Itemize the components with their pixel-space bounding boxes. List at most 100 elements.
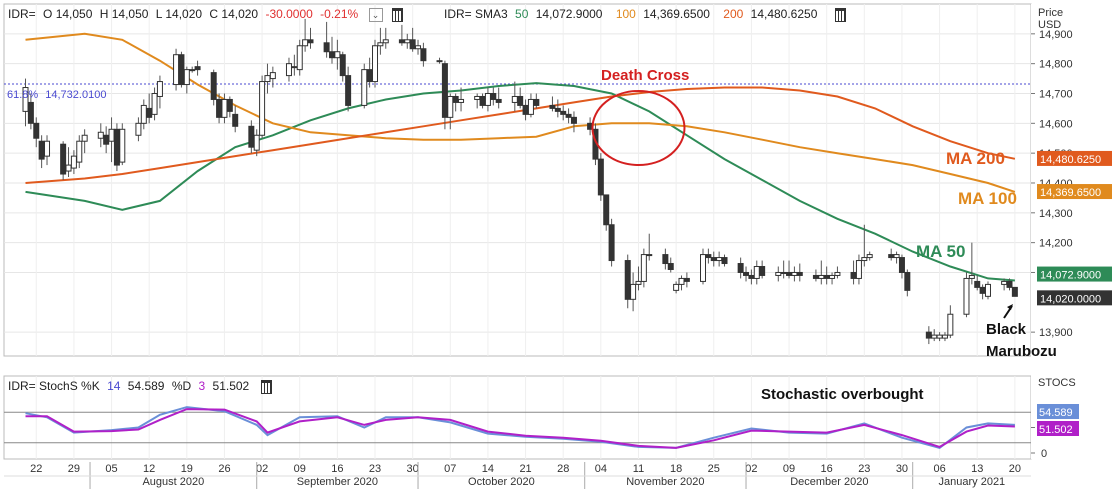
stoch-header: IDR= StochS %K 14 54.589 %D 3 51.502 — [8, 379, 276, 394]
candle-body — [361, 69, 368, 106]
stoch-value-label-d: 51.502 — [1039, 424, 1073, 436]
candle-body — [984, 283, 991, 297]
candle-body — [140, 104, 147, 124]
stoch-study-label: IDR= StochS %K — [8, 379, 100, 393]
date-tick-label: 02 — [256, 463, 268, 475]
date-tick-label: 30 — [407, 463, 419, 475]
date-tick-label: 05 — [105, 463, 117, 475]
candle-body — [565, 113, 572, 118]
stoch-d-value: 51.502 — [212, 379, 250, 393]
candle-body — [339, 54, 346, 77]
candle-body — [495, 98, 502, 103]
candle-body — [259, 81, 266, 136]
candle-body — [533, 98, 540, 106]
candle-body — [640, 254, 647, 282]
low-value: L 14,020 — [155, 7, 203, 21]
stoch-tick-label: 0 — [1041, 448, 1047, 460]
candle-body — [560, 110, 567, 115]
candle-body — [941, 334, 948, 339]
change-pct: -0.21% — [320, 7, 359, 21]
candle-body — [1006, 280, 1013, 288]
sma-header: IDR= SMA3 50 14,072.9000 100 14,369.6500… — [444, 7, 850, 22]
candle-body — [264, 75, 271, 83]
month-label: December 2020 — [790, 476, 868, 488]
ma200-label: MA 200 — [946, 149, 1005, 168]
price-tick-label: 13,900 — [1039, 327, 1073, 339]
price-value-label-last: 14,020.0000 — [1040, 293, 1101, 305]
candle-body — [603, 194, 610, 226]
candle-body — [861, 257, 868, 262]
date-tick-label: 16 — [331, 463, 343, 475]
candle-body — [216, 98, 223, 118]
candle-body — [511, 95, 518, 103]
stoch-value-label-k: 54.589 — [1039, 407, 1073, 419]
candle-body — [382, 39, 389, 44]
candle-body — [398, 39, 405, 44]
candle-body — [786, 271, 793, 276]
candle-body — [898, 257, 905, 273]
candle-body — [38, 140, 45, 160]
stoch-d-label: %D — [171, 379, 192, 393]
candle-body — [721, 257, 728, 265]
black-marubozu-label-1: Black — [986, 321, 1027, 338]
black-marubozu-label-2: Marubozu — [986, 343, 1057, 360]
candle-body — [936, 334, 943, 339]
candle-body — [479, 95, 486, 106]
date-tick-label: 21 — [519, 463, 531, 475]
stoch-k-value: 54.589 — [127, 379, 165, 393]
change-value: -30.0000 — [265, 7, 313, 21]
price-value-label-ma200: 14,480.6250 — [1040, 154, 1101, 166]
candle-body — [151, 92, 158, 115]
price-axis-unit: USD — [1038, 19, 1061, 31]
candle-body — [183, 69, 190, 86]
candle-body — [415, 45, 422, 50]
candle-body — [963, 277, 970, 315]
month-label: January 2021 — [939, 476, 1006, 488]
candle-body — [135, 122, 142, 136]
sma100-period: 100 — [615, 7, 636, 21]
date-tick-label: 19 — [181, 463, 193, 475]
candle-body — [597, 158, 604, 196]
candle-body — [404, 39, 411, 44]
chevron-down-icon[interactable]: ⌄ — [368, 7, 383, 22]
candle-body — [44, 140, 51, 157]
candle-body — [748, 274, 755, 279]
candle-body — [866, 254, 873, 259]
candle-body — [291, 66, 298, 69]
price-tick-label: 14,600 — [1039, 118, 1073, 130]
candle-body — [452, 95, 459, 103]
candle-body — [27, 101, 34, 124]
price-tick-label: 14,300 — [1039, 208, 1073, 220]
price-value-label-ma50: 14,072.9000 — [1040, 270, 1101, 282]
date-tick-label: 02 — [745, 463, 757, 475]
candle-body — [248, 125, 255, 148]
candle-body — [484, 92, 491, 106]
candle-body — [646, 254, 653, 257]
candle-body — [759, 266, 766, 276]
candle-body — [705, 254, 712, 259]
candle-body — [97, 131, 104, 139]
sma50-period: 50 — [515, 7, 529, 21]
trash-icon[interactable] — [260, 379, 272, 394]
candle-body — [931, 334, 938, 339]
candle-body — [296, 45, 303, 71]
date-tick-label: 28 — [557, 463, 569, 475]
stoch-k-period: 14 — [107, 379, 121, 393]
candle-body — [855, 260, 862, 279]
candle-body — [334, 51, 341, 59]
candle-body — [302, 39, 309, 47]
sma-study-label: IDR= SMA3 — [444, 7, 508, 21]
candle-body — [818, 274, 825, 279]
trash-icon[interactable] — [391, 7, 403, 22]
stochastic-overbought-label: Stochastic overbought — [761, 386, 924, 403]
trash-icon[interactable] — [834, 7, 846, 22]
sma100-value: 14,369.6500 — [643, 7, 710, 21]
date-tick-label: 09 — [294, 463, 306, 475]
candle-body — [635, 280, 642, 285]
candle-body — [527, 98, 534, 115]
month-label: October 2020 — [468, 476, 535, 488]
date-tick-label: 07 — [444, 463, 456, 475]
price-axis-label: Price — [1038, 7, 1063, 19]
candle-body — [409, 39, 416, 50]
candle-body — [834, 271, 841, 276]
